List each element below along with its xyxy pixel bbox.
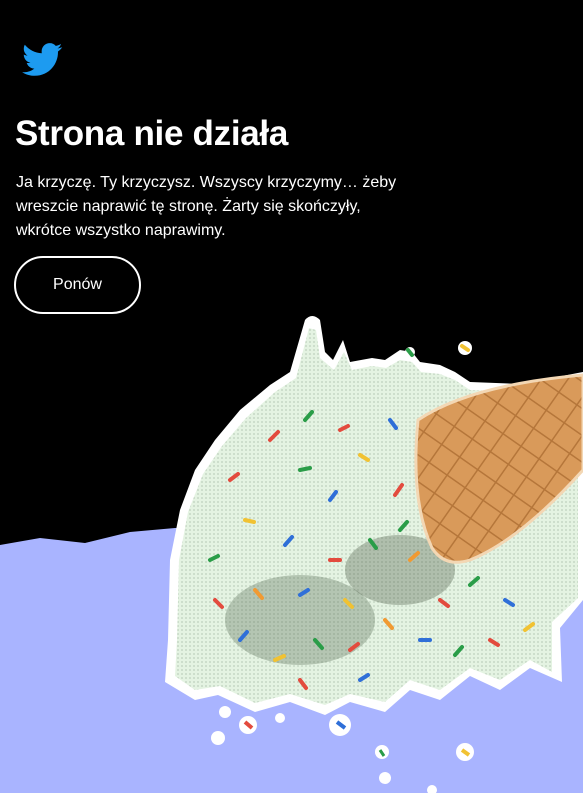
error-description: Ja krzyczę. Ty krzyczysz. Wszyscy krzycz… <box>16 174 397 239</box>
page-title: Strona nie działa <box>15 114 289 153</box>
bird-logo-icon[interactable] <box>22 43 63 77</box>
retry-button[interactable]: Ponów <box>14 256 141 314</box>
drips <box>405 341 472 357</box>
